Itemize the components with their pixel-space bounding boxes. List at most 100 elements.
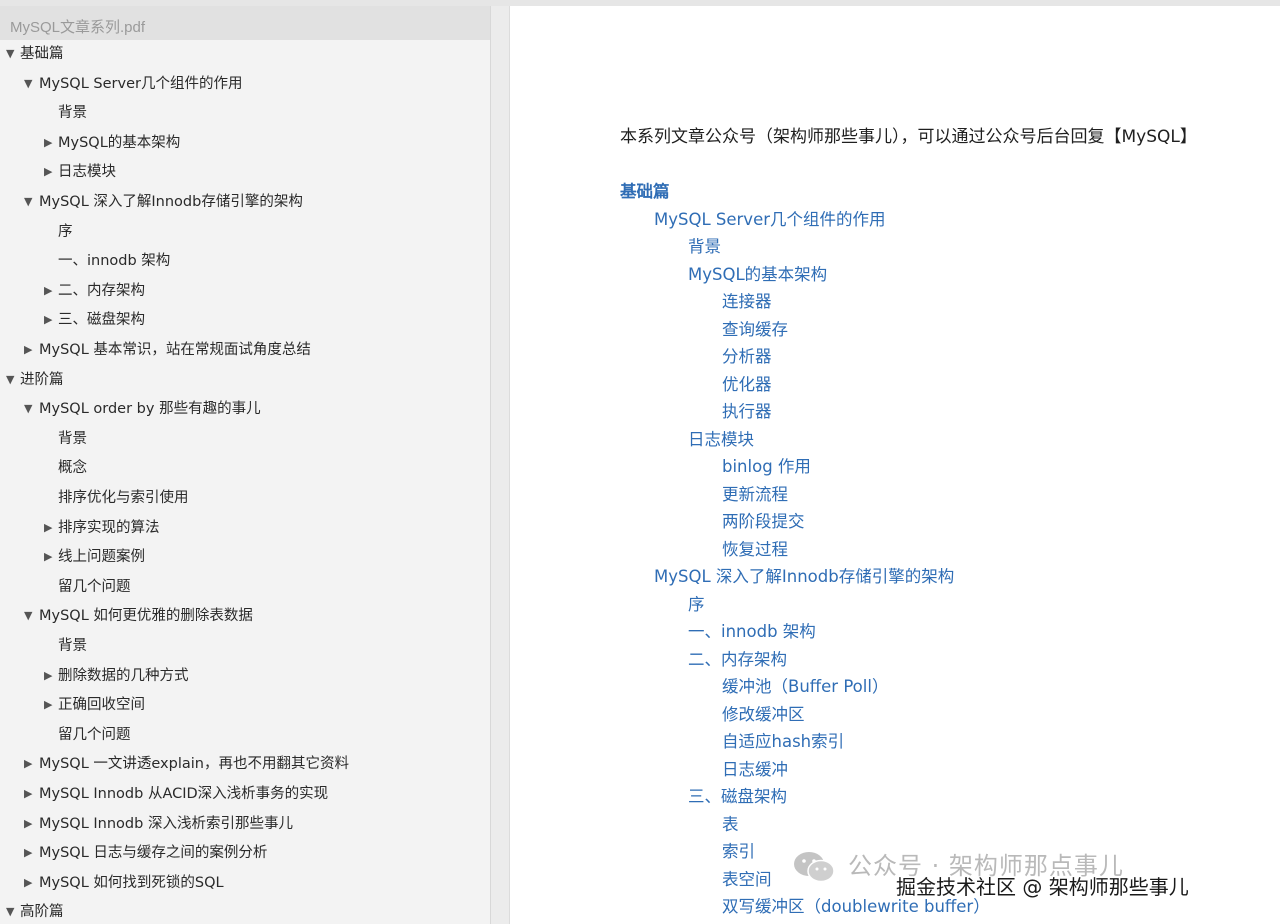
toc-link[interactable]: MySQL 深入了解Innodb存储引擎的架构 [654, 565, 954, 589]
outline-item[interactable]: ▼ 高阶篇 [6, 898, 64, 924]
outline-item[interactable]: ▶ MySQL Innodb 从ACID深入浅析事务的实现 [24, 780, 328, 808]
outline-item[interactable]: ▼ MySQL 深入了解Innodb存储引擎的架构 [24, 188, 303, 216]
disclosure-right-icon[interactable]: ▶ [24, 336, 40, 364]
outline-item[interactable]: ▶ 排序实现的算法 [44, 514, 160, 542]
disclosure-right-icon[interactable]: ▶ [24, 869, 40, 897]
outline-item-label: MySQL 日志与缓存之间的案例分析 [39, 845, 268, 862]
outline-item-label: 高阶篇 [20, 904, 64, 921]
toc-link[interactable]: 分析器 [722, 345, 772, 369]
outline-item[interactable]: 序 [44, 218, 73, 246]
outline-item-label: 一、innodb 架构 [58, 253, 171, 270]
outline-item[interactable]: 概念 [44, 454, 87, 482]
outline-item[interactable]: ▶ MySQL 一文讲透explain，再也不用翻其它资料 [24, 750, 349, 778]
toc-link[interactable]: 优化器 [722, 373, 772, 397]
outline-item-label: 背景 [58, 638, 87, 654]
outline-item[interactable]: ▼ MySQL order by 那些有趣的事儿 [24, 395, 261, 423]
outline-item[interactable]: ▼ MySQL Server几个组件的作用 [24, 70, 242, 98]
outline-item[interactable]: 一、innodb 架构 [44, 247, 170, 275]
disclosure-right-icon[interactable]: ▶ [24, 780, 40, 808]
toc-link[interactable]: 二、内存架构 [688, 648, 787, 672]
toc-link[interactable]: 索引 [722, 840, 755, 864]
toc-link[interactable]: 日志模块 [688, 428, 754, 452]
outline-item-label: 序 [58, 223, 73, 240]
disclosure-down-icon[interactable]: ▼ [24, 70, 40, 98]
outline-item[interactable]: ▶ MySQL 如何找到死锁的SQL [24, 869, 224, 897]
outline-item-label: 日志模块 [58, 164, 116, 181]
outline-item[interactable]: 背景 [44, 99, 87, 127]
toc-link[interactable]: 缓冲池（Buffer Poll） [722, 675, 888, 699]
toc-link[interactable]: 连接器 [722, 290, 772, 314]
outline-item-label: 留几个问题 [58, 726, 131, 743]
outline-item[interactable]: ▶ 删除数据的几种方式 [44, 662, 189, 690]
file-title: MySQL文章系列.pdf [10, 19, 146, 36]
toc-link[interactable]: 恢复过程 [722, 538, 788, 562]
toc-link[interactable]: 查询缓存 [722, 318, 788, 342]
toc-link[interactable]: 表 [722, 813, 739, 837]
outline-item-label: 排序优化与索引使用 [58, 490, 189, 506]
outline-item-label: 排序实现的算法 [58, 519, 160, 536]
outline-item[interactable]: ▶ 正确回收空间 [44, 691, 145, 719]
outline-item-label: 进阶篇 [20, 371, 64, 388]
disclosure-right-icon[interactable]: ▶ [24, 839, 40, 867]
pdf-viewer: MySQL文章系列.pdf 本系列文章公众号（架构师那些事儿），可以通过公众号后… [0, 0, 1280, 924]
toc-link[interactable]: 修改缓冲区 [722, 703, 805, 727]
toc-link[interactable]: 执行器 [722, 400, 772, 424]
outline-item[interactable]: ▶ MySQL Innodb 深入浅析索引那些事儿 [24, 810, 293, 838]
outline-item-label: 三、磁盘架构 [58, 312, 145, 329]
disclosure-down-icon[interactable]: ▼ [24, 188, 40, 216]
outline-item[interactable]: ▼ 基础篇 [6, 40, 64, 68]
outline-item-label: 正确回收空间 [58, 697, 145, 714]
outline-item-label: 概念 [58, 460, 87, 477]
outline-item[interactable]: 背景 [44, 425, 87, 453]
toc-link[interactable]: 自适应hash索引 [722, 730, 844, 754]
outline-item-label: MySQL 如何找到死锁的SQL [39, 874, 224, 891]
credit-text: 掘金技术社区 @ 架构师那些事儿 [896, 875, 1189, 899]
outline-item-label: MySQL Innodb 从ACID深入浅析事务的实现 [39, 786, 329, 802]
outline-item[interactable]: 留几个问题 [44, 573, 131, 601]
outline-item-label: 背景 [58, 105, 87, 122]
outline-item-label: MySQL 一文讲透explain，再也不用翻其它资料 [39, 756, 349, 773]
toc-link[interactable]: MySQL Server几个组件的作用 [654, 208, 886, 232]
outline-item-label: 基础篇 [20, 46, 64, 62]
disclosure-down-icon[interactable]: ▼ [24, 602, 40, 630]
outline-item-label: MySQL 基本常识，站在常规面试角度总结 [39, 342, 311, 358]
disclosure-right-icon[interactable]: ▶ [24, 810, 40, 838]
page-intro-text: 本系列文章公众号（架构师那些事儿），可以通过公众号后台回复【MySQL】 [620, 127, 1197, 147]
outline-item[interactable]: ▶ 线上问题案例 [44, 543, 145, 571]
outline-item-label: MySQL Innodb 深入浅析索引那些事儿 [39, 815, 293, 832]
toc-link[interactable]: 表空间 [722, 868, 772, 892]
outline-item-label: 线上问题案例 [58, 549, 145, 566]
outline-item[interactable]: 排序优化与索引使用 [44, 484, 189, 512]
outline-item-label: MySQL 如何更优雅的删除表数据 [39, 608, 253, 625]
toc-link[interactable]: MySQL的基本架构 [688, 263, 827, 287]
toc-link[interactable]: 三、磁盘架构 [688, 785, 787, 809]
outline-item-label: 背景 [58, 430, 87, 447]
toc-link[interactable]: 日志缓冲 [722, 758, 788, 782]
outline-item[interactable]: ▶ MySQL 基本常识，站在常规面试角度总结 [24, 336, 311, 364]
toc-link[interactable]: 更新流程 [722, 483, 788, 507]
outline-item[interactable]: ▶ MySQL 日志与缓存之间的案例分析 [24, 839, 267, 867]
disclosure-right-icon[interactable]: ▶ [24, 750, 40, 778]
outline-item-label: MySQL 深入了解Innodb存储引擎的架构 [39, 194, 303, 210]
disclosure-down-icon[interactable]: ▼ [24, 395, 40, 423]
outline-item-label: MySQL Server几个组件的作用 [39, 75, 243, 92]
outline-item[interactable]: ▼ 进阶篇 [6, 366, 64, 394]
toc-link[interactable]: 背景 [688, 235, 721, 259]
outline-item-label: 留几个问题 [58, 578, 131, 595]
sidebar-file-header[interactable]: MySQL文章系列.pdf [0, 6, 490, 40]
toc-link[interactable]: 一、innodb 架构 [688, 620, 816, 644]
outline-item-label: 删除数据的几种方式 [58, 667, 189, 684]
toc-link[interactable]: binlog 作用 [722, 455, 811, 479]
outline-item[interactable]: 留几个问题 [44, 721, 131, 749]
sidebar-divider[interactable] [491, 6, 510, 924]
outline-item[interactable]: 背景 [44, 632, 87, 660]
outline-item[interactable]: ▶ 三、磁盘架构 [44, 306, 145, 334]
outline-item-label: MySQL的基本架构 [58, 134, 181, 151]
outline-item[interactable]: ▼ MySQL 如何更优雅的删除表数据 [24, 602, 253, 630]
toc-link[interactable]: 基础篇 [620, 180, 670, 204]
outline-item[interactable]: ▶ 日志模块 [44, 158, 116, 186]
toc-link[interactable]: 序 [688, 593, 705, 617]
outline-item[interactable]: ▶ MySQL的基本架构 [44, 129, 180, 157]
toc-link[interactable]: 两阶段提交 [722, 510, 805, 534]
outline-item[interactable]: ▶ 二、内存架构 [44, 277, 145, 305]
